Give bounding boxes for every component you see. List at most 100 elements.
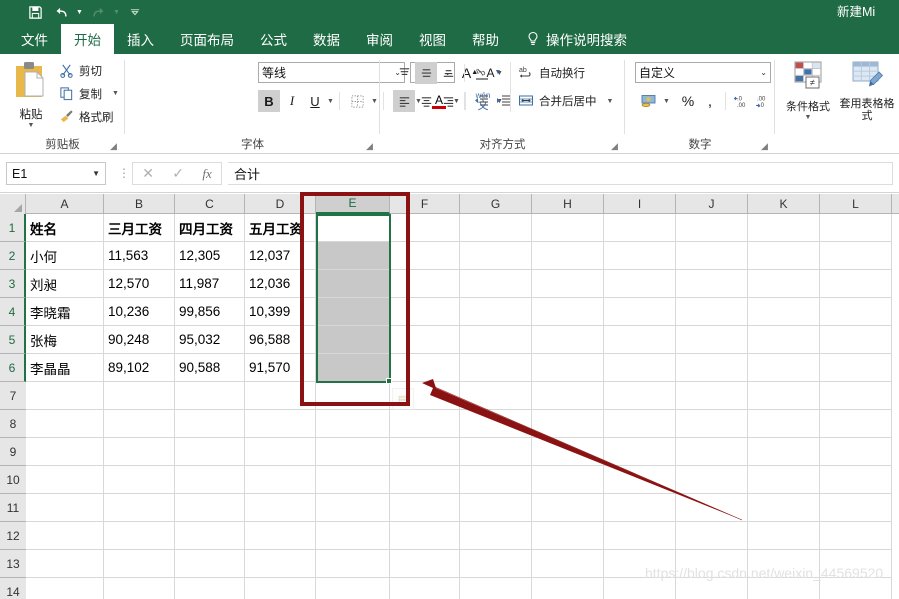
cell-H12[interactable] [532, 522, 604, 550]
cell-E11[interactable] [316, 494, 390, 522]
cell-H7[interactable] [532, 382, 604, 410]
copy-button[interactable]: 复制 ▼ [58, 83, 119, 104]
row-header-11[interactable]: 11 [0, 494, 26, 522]
cell-J8[interactable] [676, 410, 748, 438]
row-header-8[interactable]: 8 [0, 410, 26, 438]
copy-dropdown-icon[interactable]: ▼ [112, 90, 119, 97]
cell-F14[interactable] [390, 578, 460, 599]
cell-K10[interactable] [748, 466, 820, 494]
cell-L1[interactable] [820, 214, 892, 242]
cell-J9[interactable] [676, 438, 748, 466]
cell-H9[interactable] [532, 438, 604, 466]
cell-G5[interactable] [460, 326, 532, 354]
cell-L6[interactable] [820, 354, 892, 382]
cell-E14[interactable] [316, 578, 390, 599]
cell-J14[interactable] [676, 578, 748, 599]
formula-bar-handle[interactable]: ⋮ [118, 167, 130, 180]
column-header-l[interactable]: L [820, 194, 892, 214]
align-center-button[interactable] [415, 90, 437, 112]
number-format-combobox[interactable]: 自定义 ⌄ [635, 62, 771, 83]
conditional-formatting-button[interactable]: ≠ 条件格式 ▼ [779, 60, 837, 136]
cell-C9[interactable] [175, 438, 245, 466]
orientation-dropdown-icon[interactable]: ▼ [494, 62, 505, 84]
cell-D4[interactable]: 10,399 [245, 298, 316, 326]
format-painter-button[interactable]: 格式刷 [58, 106, 114, 127]
cell-C6[interactable]: 90,588 [175, 354, 245, 382]
underline-button[interactable]: U [304, 90, 326, 112]
cell-A7[interactable] [26, 382, 104, 410]
cell-K11[interactable] [748, 494, 820, 522]
column-header-i[interactable]: I [604, 194, 676, 214]
cell-J4[interactable] [676, 298, 748, 326]
cell-B2[interactable]: 11,563 [104, 242, 175, 270]
align-right-button[interactable] [437, 90, 459, 112]
tab-home[interactable]: 开始 [61, 24, 114, 54]
tab-formulas[interactable]: 公式 [247, 24, 300, 54]
cell-I11[interactable] [604, 494, 676, 522]
tab-review[interactable]: 审阅 [353, 24, 406, 54]
paste-dropdown-icon[interactable]: ▼ [28, 122, 35, 129]
cell-D10[interactable] [245, 466, 316, 494]
column-header-j[interactable]: J [676, 194, 748, 214]
cell-D11[interactable] [245, 494, 316, 522]
cell-I1[interactable] [604, 214, 676, 242]
cell-E3-selected[interactable] [316, 270, 390, 298]
cell-E13[interactable] [316, 550, 390, 578]
cell-B1[interactable]: 三月工资 [104, 214, 175, 242]
align-middle-button[interactable] [415, 62, 437, 84]
cell-I7[interactable] [604, 382, 676, 410]
cell-E1[interactable] [316, 214, 390, 242]
row-header-10[interactable]: 10 [0, 466, 26, 494]
cell-A11[interactable] [26, 494, 104, 522]
cell-G2[interactable] [460, 242, 532, 270]
increase-decimal-button[interactable]: .0 .00 [731, 90, 753, 112]
cell-D13[interactable] [245, 550, 316, 578]
row-header-4[interactable]: 4 [0, 298, 26, 326]
cell-A9[interactable] [26, 438, 104, 466]
cell-L5[interactable] [820, 326, 892, 354]
cell-C5[interactable]: 95,032 [175, 326, 245, 354]
cell-L10[interactable] [820, 466, 892, 494]
cell-E4-selected[interactable] [316, 298, 390, 326]
cell-G8[interactable] [460, 410, 532, 438]
cell-D7[interactable] [245, 382, 316, 410]
cell-H11[interactable] [532, 494, 604, 522]
align-bottom-button[interactable] [437, 62, 459, 84]
cell-L4[interactable] [820, 298, 892, 326]
paste-options-icon[interactable]: ▤ [392, 388, 414, 410]
cell-B12[interactable] [104, 522, 175, 550]
row-header-9[interactable]: 9 [0, 438, 26, 466]
cell-I5[interactable] [604, 326, 676, 354]
column-header-b[interactable]: B [104, 194, 175, 214]
enter-icon[interactable]: ✓ [172, 165, 184, 182]
cell-I3[interactable] [604, 270, 676, 298]
decrease-decimal-button[interactable]: .00 .0 [753, 90, 775, 112]
select-all-button[interactable] [0, 194, 26, 214]
cell-D5[interactable]: 96,588 [245, 326, 316, 354]
cell-J12[interactable] [676, 522, 748, 550]
column-header-d[interactable]: D [245, 194, 316, 214]
cell-G14[interactable] [460, 578, 532, 599]
tab-data[interactable]: 数据 [300, 24, 353, 54]
tell-me-box[interactable]: 操作说明搜索 [512, 24, 627, 54]
cell-F5[interactable] [390, 326, 460, 354]
redo-icon[interactable] [85, 1, 111, 23]
cell-I12[interactable] [604, 522, 676, 550]
column-header-k[interactable]: K [748, 194, 820, 214]
cell-E6-selected[interactable] [316, 354, 390, 382]
cell-H14[interactable] [532, 578, 604, 599]
name-box[interactable]: E1 ▼ [6, 162, 106, 185]
cell-E2-selected[interactable] [316, 242, 390, 270]
cell-L7[interactable] [820, 382, 892, 410]
cell-K2[interactable] [748, 242, 820, 270]
chevron-down-icon[interactable]: ▼ [92, 169, 100, 178]
format-as-table-button[interactable]: 套用表格格式 [837, 60, 897, 136]
column-header-g[interactable]: G [460, 194, 532, 214]
cell-B8[interactable] [104, 410, 175, 438]
undo-dropdown-icon[interactable]: ▼ [74, 1, 85, 23]
cell-G9[interactable] [460, 438, 532, 466]
font-dialog-launcher[interactable]: ◢ [366, 142, 375, 151]
cell-C8[interactable] [175, 410, 245, 438]
row-header-6[interactable]: 6 [0, 354, 26, 382]
cell-F10[interactable] [390, 466, 460, 494]
